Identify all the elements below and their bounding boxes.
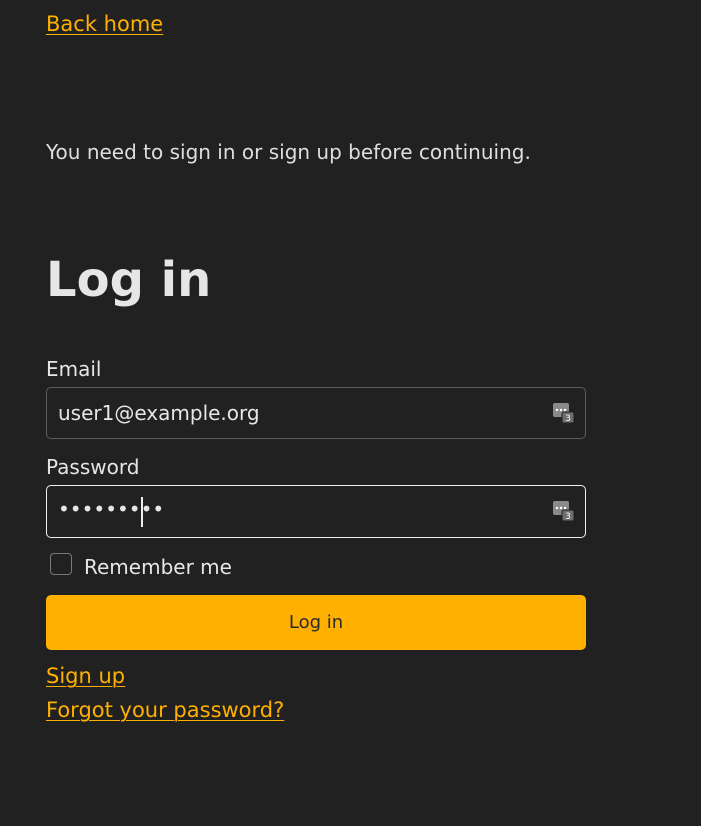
- password-manager-icon[interactable]: 3: [553, 402, 575, 424]
- email-label: Email: [46, 357, 102, 381]
- password-manager-icon[interactable]: 3: [553, 500, 575, 522]
- sign-up-link[interactable]: Sign up: [46, 664, 125, 688]
- email-value: user1@example.org: [58, 401, 260, 425]
- forgot-password-link[interactable]: Forgot your password?: [46, 698, 284, 722]
- svg-text:3: 3: [565, 512, 571, 522]
- password-label: Password: [46, 455, 140, 479]
- email-field[interactable]: user1@example.org 3: [46, 387, 586, 439]
- remember-me-checkbox[interactable]: [50, 553, 72, 575]
- page-title: Log in: [46, 252, 212, 308]
- back-home-link[interactable]: Back home: [46, 12, 163, 36]
- svg-text:3: 3: [565, 414, 571, 424]
- password-value: •••••••••: [58, 497, 165, 521]
- text-caret: [141, 497, 143, 527]
- remember-me-label[interactable]: Remember me: [84, 555, 232, 579]
- sign-in-notice: You need to sign in or sign up before co…: [46, 140, 531, 164]
- login-button[interactable]: Log in: [46, 595, 586, 650]
- password-field[interactable]: ••••••••• 3: [46, 485, 586, 538]
